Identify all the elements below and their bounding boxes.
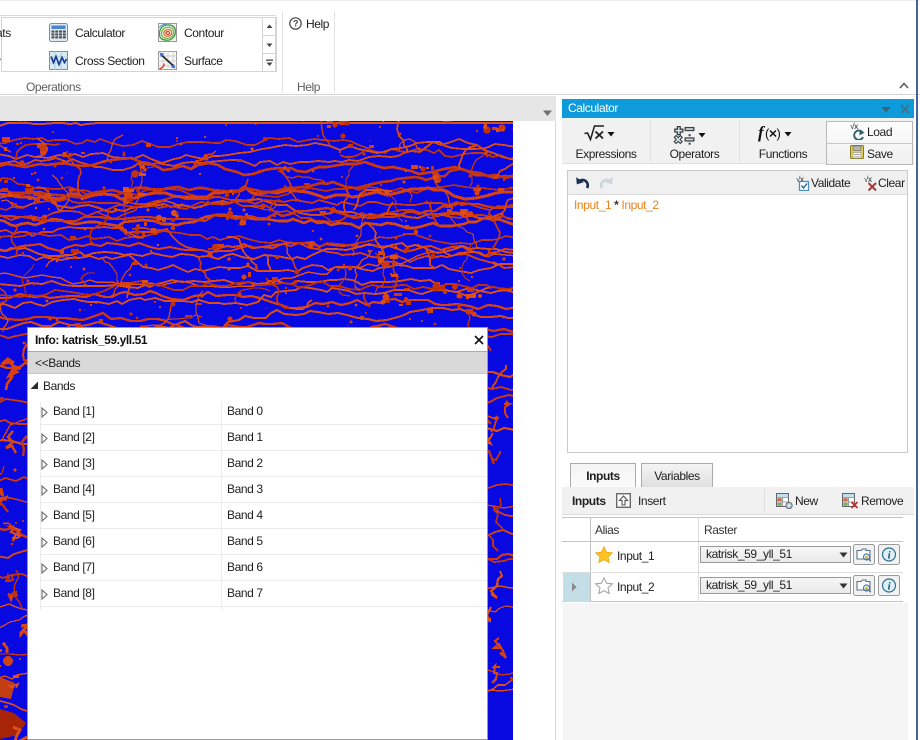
svg-text:√x: √x <box>850 122 859 131</box>
svg-text:√x: √x <box>864 175 872 184</box>
svg-text:?: ? <box>293 19 298 29</box>
svg-text:): ) <box>777 126 781 141</box>
svg-text:(: ( <box>765 126 770 141</box>
